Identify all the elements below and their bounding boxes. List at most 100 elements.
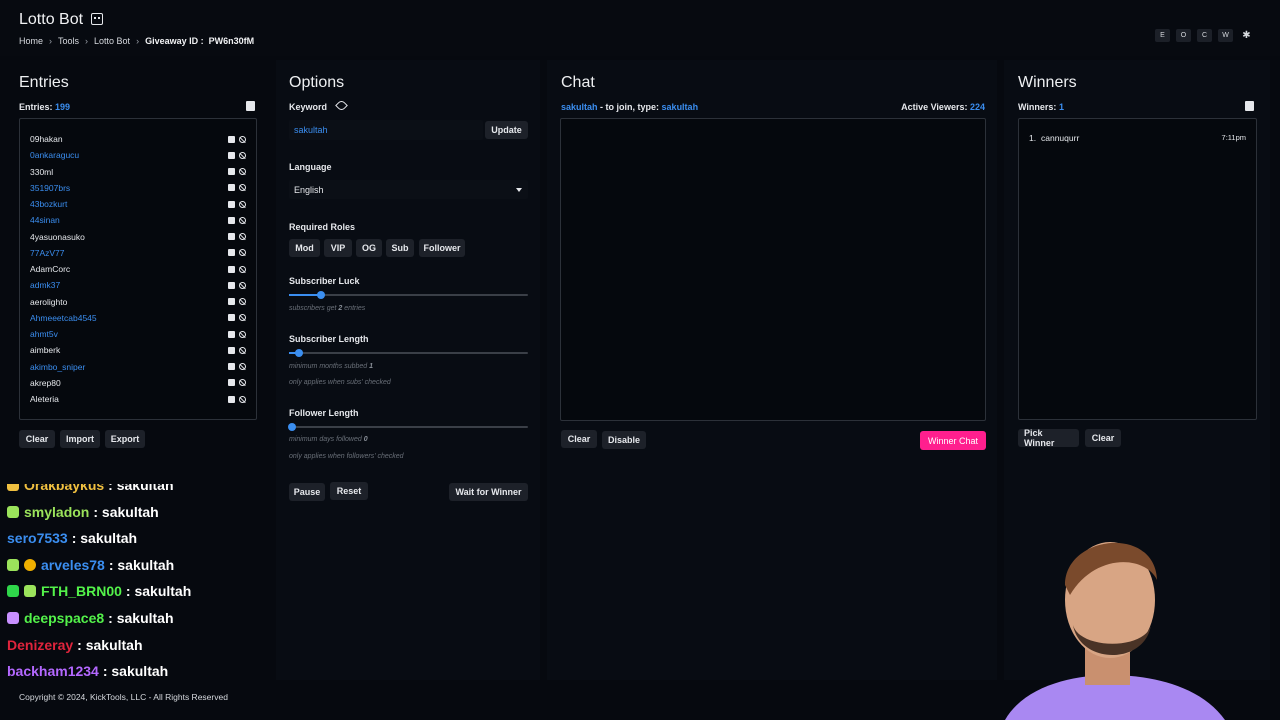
pause-button[interactable]: Pause (289, 483, 325, 501)
ban-icon[interactable] (239, 200, 246, 208)
role-og-button[interactable]: OG (356, 239, 382, 257)
entry-username[interactable]: akimbo_sniper (30, 362, 224, 372)
keyword-input[interactable]: sakultah (289, 120, 483, 140)
remove-entry-icon[interactable] (228, 200, 235, 208)
remove-entry-icon[interactable] (228, 151, 235, 159)
remove-entry-icon[interactable] (228, 314, 235, 322)
ban-icon[interactable] (239, 184, 246, 192)
update-button[interactable]: Update (485, 121, 528, 139)
entry-username[interactable]: 44sinan (30, 215, 224, 225)
language-select[interactable]: English (289, 180, 528, 199)
ban-icon[interactable] (239, 346, 246, 354)
follower-length-slider[interactable] (288, 423, 528, 431)
role-mod-button[interactable]: Mod (289, 239, 320, 257)
chat-disable-button[interactable]: Disable (602, 431, 646, 449)
chat-message: deepspace8: sakultah (7, 610, 174, 626)
remove-entry-icon[interactable] (228, 216, 235, 224)
remove-entry-icon[interactable] (228, 281, 235, 289)
ban-icon[interactable] (239, 168, 246, 175)
reset-button[interactable]: Reset (330, 482, 368, 500)
chat-log[interactable] (560, 118, 986, 421)
action-o-button[interactable]: O (1176, 29, 1191, 42)
entry-username[interactable]: 0ankaragucu (30, 150, 224, 160)
gift-badge-icon (7, 558, 19, 571)
chevron-right-icon: › (136, 36, 140, 46)
winners-title: Winners (1018, 74, 1077, 91)
ban-icon[interactable] (239, 216, 246, 224)
entries-import-button[interactable]: Import (60, 430, 100, 448)
remove-entry-icon[interactable] (228, 298, 235, 305)
winners-count: Winners: 1 (1018, 102, 1064, 112)
entry-username[interactable]: 77AzV77 (30, 248, 224, 258)
sub-luck-slider[interactable] (289, 291, 528, 299)
entry-username[interactable]: 4yasuonasuko (30, 232, 224, 242)
role-vip-button[interactable]: VIP (324, 239, 352, 257)
remove-entry-icon[interactable] (228, 135, 235, 143)
entry-username[interactable]: admk37 (30, 280, 224, 290)
entry-username[interactable]: 09hakan (30, 134, 224, 144)
sub-length-slider[interactable] (289, 349, 528, 357)
remove-entry-icon[interactable] (228, 249, 235, 257)
chat-message: arveles78: sakultah (7, 557, 174, 573)
winner-row[interactable]: 1. cannuqurr 7:11pm (1029, 133, 1246, 143)
entry-username[interactable]: Ahmeeetcab4545 (30, 313, 224, 323)
ban-icon[interactable] (239, 281, 246, 289)
entry-username[interactable]: ahmt5v (30, 329, 224, 339)
slider-knob[interactable] (295, 349, 304, 357)
eye-icon[interactable] (335, 99, 348, 112)
breadcrumb-lotto-bot[interactable]: Lotto Bot (94, 36, 130, 46)
ban-icon[interactable] (239, 135, 246, 143)
entries-export-button[interactable]: Export (105, 430, 145, 448)
ban-icon[interactable] (239, 151, 246, 159)
copy-icon[interactable] (1245, 101, 1254, 111)
ban-icon[interactable] (239, 379, 246, 387)
action-e-button[interactable]: E (1155, 29, 1170, 42)
role-follower-button[interactable]: Follower (419, 239, 465, 257)
roles-label: Required Roles (289, 222, 356, 232)
chat-text: : sakultah (108, 556, 175, 573)
entry-username[interactable]: AdamCorc (30, 264, 224, 274)
entry-username[interactable]: 351907brs (30, 183, 224, 193)
slider-knob[interactable] (316, 291, 325, 299)
winners-clear-button[interactable]: Clear (1085, 429, 1121, 447)
pick-winner-button[interactable]: Pick Winner (1018, 428, 1079, 448)
remove-entry-icon[interactable] (228, 330, 235, 338)
remove-entry-icon[interactable] (228, 233, 235, 240)
entries-clear-button[interactable]: Clear (19, 430, 55, 448)
ban-icon[interactable] (239, 363, 246, 370)
remove-entry-icon[interactable] (228, 346, 235, 354)
remove-entry-icon[interactable] (228, 395, 235, 403)
action-c-button[interactable]: C (1197, 29, 1212, 42)
wait-for-winner-button[interactable]: Wait for Winner (449, 483, 528, 501)
action-w-button[interactable]: W (1218, 29, 1233, 42)
breadcrumb-home[interactable]: Home (19, 36, 43, 46)
ban-icon[interactable] (239, 314, 246, 322)
entry-username[interactable]: aimberk (30, 345, 224, 355)
ban-icon[interactable] (239, 395, 246, 403)
role-sub-button[interactable]: Sub (386, 239, 414, 257)
entry-username[interactable]: Aleteria (30, 394, 224, 404)
entry-username[interactable]: 330ml (30, 167, 224, 177)
entry-username[interactable]: aerolighto (30, 297, 224, 307)
chat-clear-button[interactable]: Clear (561, 430, 597, 448)
entry-username[interactable]: akrep80 (30, 378, 224, 388)
remove-entry-icon[interactable] (228, 265, 235, 273)
ban-icon[interactable] (239, 249, 246, 257)
copy-icon[interactable] (246, 101, 255, 111)
remove-entry-icon[interactable] (228, 184, 235, 192)
winner-chat-button[interactable]: Winner Chat (920, 431, 986, 450)
ban-icon[interactable] (239, 298, 246, 305)
settings-star-icon[interactable]: ✱ (1239, 29, 1254, 42)
entry-username[interactable]: 43bozkurt (30, 199, 224, 209)
ban-icon[interactable] (239, 265, 246, 273)
ban-icon[interactable] (239, 233, 246, 240)
remove-entry-icon[interactable] (228, 379, 235, 387)
entry-row: aimberk (30, 342, 246, 358)
chat-username: Denizeray (7, 636, 74, 653)
ban-icon[interactable] (239, 330, 246, 338)
remove-entry-icon[interactable] (228, 363, 235, 370)
slider-knob[interactable] (288, 423, 296, 431)
chat-text: : sakultah (71, 530, 138, 547)
breadcrumb-tools[interactable]: Tools (58, 36, 79, 46)
remove-entry-icon[interactable] (228, 168, 235, 175)
